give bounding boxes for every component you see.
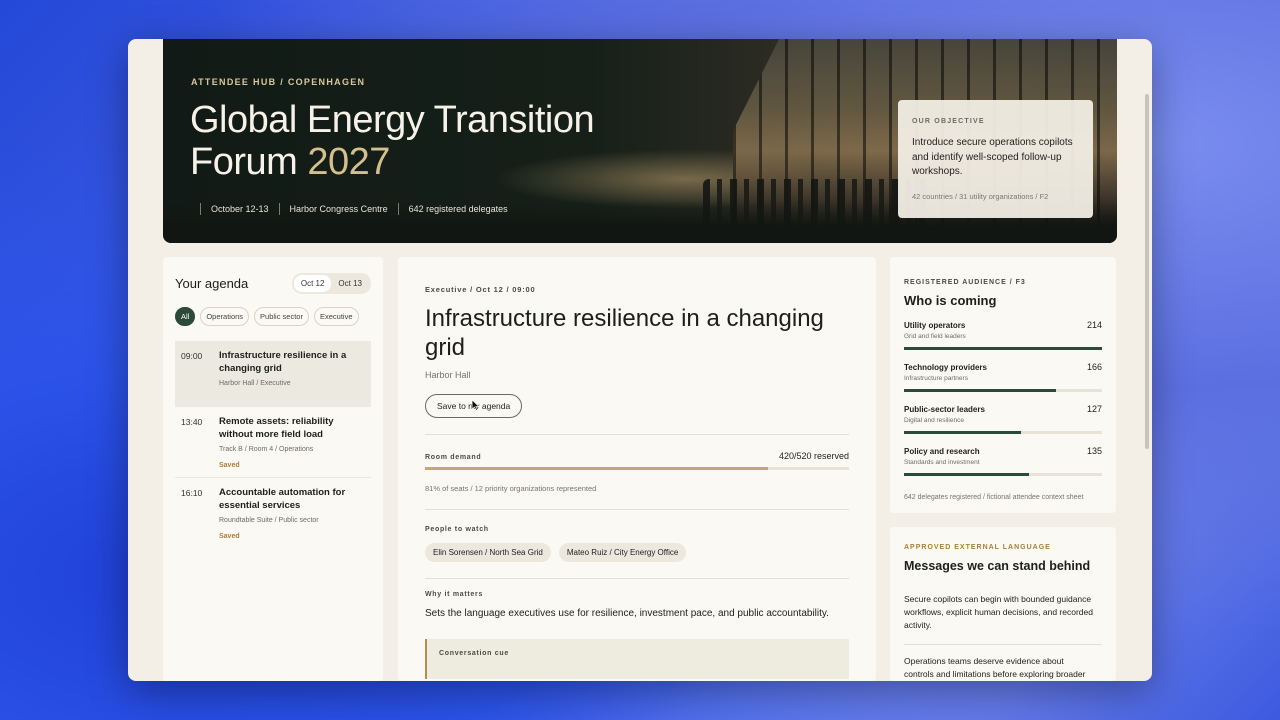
filter-operations[interactable]: Operations [200, 307, 250, 326]
room-demand-label: Room demand [425, 454, 482, 461]
why-text: Sets the language executives use for res… [425, 608, 829, 619]
audience-bar [904, 473, 1102, 476]
room-demand-note: 81% of seats / 12 priority organizations… [425, 484, 597, 493]
agenda-session[interactable]: 16:10 Accountable automation for essenti… [175, 478, 371, 548]
objective-text: Introduce secure operations copilots and… [912, 137, 1073, 177]
scrollbar[interactable] [1145, 94, 1149, 449]
mouse-cursor-icon [471, 399, 480, 411]
filter-executive[interactable]: Executive [313, 307, 359, 326]
divider [278, 203, 280, 215]
agenda-title: Your agenda [175, 276, 249, 291]
people-label: People to watch [425, 526, 489, 533]
audience-bar-fill [904, 473, 1029, 476]
saved-badge: Saved [219, 462, 240, 469]
divider [200, 203, 201, 215]
session-location: Harbor Hall / Executive [219, 380, 291, 387]
divider [425, 578, 849, 579]
audience-count: 135 [1086, 446, 1102, 456]
message-item: Operations teams deserve evidence about … [904, 644, 1102, 681]
audience-bar-fill [904, 389, 1057, 392]
audience-bar [904, 347, 1102, 350]
event-venue: Harbor Congress Centre [289, 204, 388, 214]
audience-row: Technology providers 166 Infrastructure … [904, 362, 1102, 392]
session-title: Remote assets: reliability without more … [219, 416, 334, 440]
objective-label: OUR OBJECTIVE [912, 118, 985, 125]
audience-desc: Grid and field leaders [904, 333, 966, 340]
room-demand-fill [425, 467, 769, 470]
event-delegates: 642 registered delegates [408, 204, 508, 214]
audience-count: 166 [1086, 362, 1102, 372]
divider [425, 509, 849, 510]
room-demand-bar [425, 467, 849, 470]
audience-bar [904, 389, 1102, 392]
filter-public-sector[interactable]: Public sector [254, 307, 309, 326]
audience-title: Who is coming [904, 293, 997, 308]
audience-label: REGISTERED AUDIENCE / F3 [904, 279, 1026, 286]
agenda-filters: All Operations Public sector Executive [175, 307, 371, 326]
event-dates: October 12-13 [211, 204, 269, 214]
messages-panel: APPROVED EXTERNAL LANGUAGE Messages we c… [890, 527, 1116, 681]
messages-label: APPROVED EXTERNAL LANGUAGE [904, 544, 1051, 551]
audience-bar-fill [904, 347, 1102, 350]
divider [425, 434, 849, 435]
room-demand-value: 420/520 reserved [778, 451, 849, 461]
audience-row: Policy and research 135 Standards and in… [904, 446, 1102, 476]
session-time: 09:00 [181, 351, 203, 361]
hero-banner: ATTENDEE HUB / COPENHAGEN Global Energy … [163, 39, 1117, 243]
browser-window: ATTENDEE HUB / COPENHAGEN Global Energy … [128, 39, 1152, 681]
objective-card: OUR OBJECTIVE Introduce secure operation… [898, 100, 1093, 218]
session-title: Infrastructure resilience in a changing … [219, 350, 347, 374]
audience-name: Technology providers [904, 363, 987, 372]
audience-bar-fill [904, 431, 1021, 434]
hero-meta: October 12-13 Harbor Congress Centre 642… [190, 203, 508, 215]
audience-row: Utility operators 214 Grid and field lea… [904, 320, 1102, 350]
agenda-session[interactable]: 13:40 Remote assets: reliability without… [175, 407, 371, 478]
audience-name: Public-sector leaders [904, 405, 985, 414]
agenda-panel: Your agenda Oct 12 Oct 13 All Operations… [163, 257, 383, 681]
message-item: Secure copilots can begin with bounded g… [904, 594, 1093, 630]
page-title: Global Energy Transition Forum 2027 [190, 99, 610, 183]
title-main: Global Energy Transition Forum [190, 99, 595, 183]
audience-name: Utility operators [904, 321, 966, 330]
save-to-agenda-button[interactable]: Save to my agenda [425, 394, 523, 418]
session-time: 13:40 [181, 417, 203, 427]
session-kicker: Executive / Oct 12 / 09:00 [425, 285, 536, 294]
session-title: Accountable automation for essential ser… [219, 487, 346, 511]
session-location: Track B / Room 4 / Operations [219, 446, 314, 453]
session-detail-panel: Executive / Oct 12 / 09:00 Infrastructur… [398, 257, 876, 681]
session-location: Roundtable Suite / Public sector [219, 517, 319, 524]
objective-foot: 42 countries / 31 utility organizations … [912, 191, 1049, 201]
date-tab-oct-13[interactable]: Oct 13 [331, 275, 369, 292]
agenda-list: 09:00 Infrastructure resilience in a cha… [175, 341, 371, 548]
date-toggle: Oct 12 Oct 13 [291, 273, 371, 294]
cue-label: Conversation cue [439, 650, 509, 657]
audience-row: Public-sector leaders 127 Digital and re… [904, 404, 1102, 434]
audience-desc: Standards and investment [904, 459, 980, 466]
audience-panel: REGISTERED AUDIENCE / F3 Who is coming U… [890, 257, 1116, 513]
agenda-session[interactable]: 09:00 Infrastructure resilience in a cha… [175, 341, 371, 407]
person-chip[interactable]: Mateo Ruiz / City Energy Office [558, 543, 687, 562]
session-room: Harbor Hall [425, 370, 471, 380]
title-year: 2027 [307, 141, 390, 183]
audience-count: 214 [1086, 320, 1102, 330]
date-tab-oct-12[interactable]: Oct 12 [293, 275, 332, 292]
hero-eyebrow: ATTENDEE HUB / COPENHAGEN [191, 77, 366, 87]
why-label: Why it matters [425, 591, 484, 598]
audience-foot: 642 delegates registered / fictional att… [904, 494, 1084, 501]
saved-badge: Saved [219, 533, 240, 540]
people-list: Elin Sorensen / North Sea Grid Mateo Rui… [425, 543, 849, 562]
audience-desc: Digital and resilience [904, 417, 964, 424]
divider [397, 203, 399, 215]
filter-all[interactable]: All [175, 307, 196, 326]
audience-name: Policy and research [904, 447, 980, 456]
audience-count: 127 [1086, 404, 1102, 414]
messages-title: Messages we can stand behind [904, 559, 1091, 573]
person-chip[interactable]: Elin Sorensen / North Sea Grid [425, 543, 551, 562]
audience-bar [904, 431, 1102, 434]
conversation-cue-card: Conversation cue [425, 639, 849, 679]
session-time: 16:10 [181, 488, 203, 498]
session-detail-title: Infrastructure resilience in a changing … [425, 305, 824, 361]
audience-desc: Infrastructure partners [904, 375, 968, 382]
